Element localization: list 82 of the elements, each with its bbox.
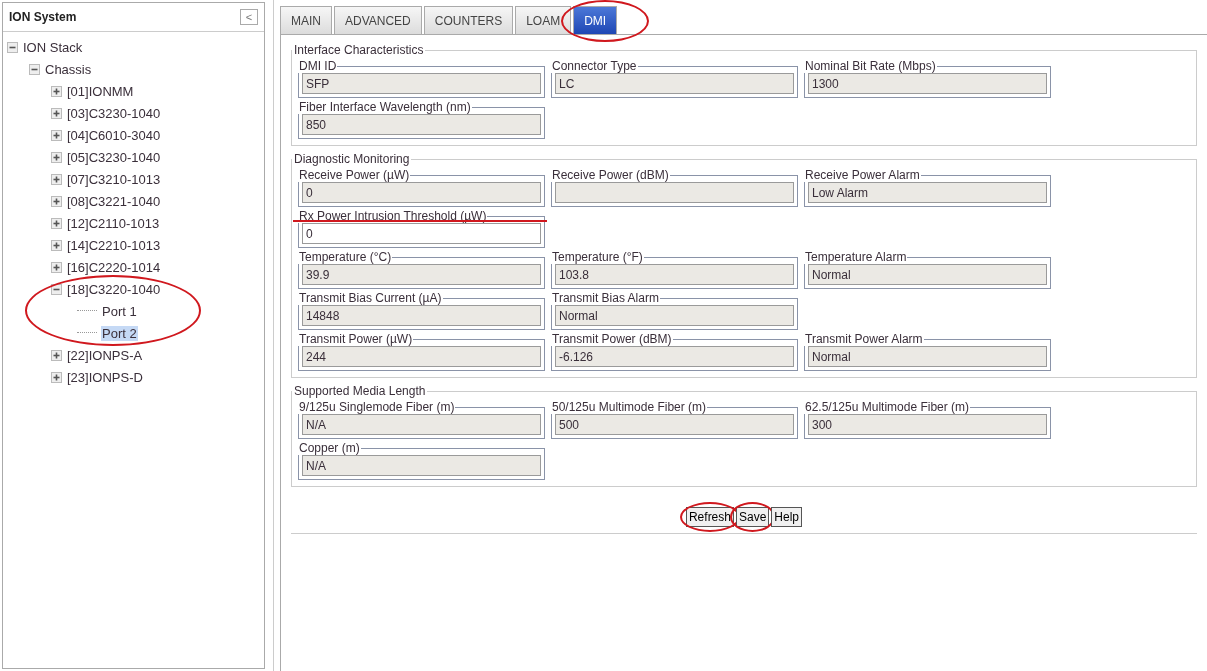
field-label: Receive Power Alarm [804,168,921,182]
value-field[interactable]: 0 [302,182,541,203]
section-title: Interface Characteristics [293,43,425,57]
section-title: Diagnostic Monitoring [293,152,411,166]
value-field[interactable]: N/A [302,414,541,435]
field-label: Receive Power (dBM) [551,168,670,182]
field-label: Transmit Power (dBM) [551,332,673,346]
field-label: Temperature (°C) [298,250,393,264]
value-field[interactable]: Normal [808,346,1047,367]
field-label: Nominal Bit Rate (Mbps) [804,59,937,73]
value-field[interactable]: N/A [302,455,541,476]
collapse-icon[interactable] [7,41,18,53]
value-field[interactable]: 500 [555,414,794,435]
expand-icon[interactable] [51,173,62,185]
tree-item[interactable]: [04]C6010-3040 [66,127,162,143]
field-label: Temperature (°F) [551,250,644,264]
value-field[interactable]: 103.8 [555,264,794,285]
value-field[interactable]: 850 [302,114,541,135]
value-field[interactable]: 0 [302,223,541,244]
value-field[interactable]: -6.126 [555,346,794,367]
field-label: Fiber Interface Wavelength (nm) [298,100,472,114]
value-field[interactable]: Normal [808,264,1047,285]
tree-item[interactable]: [08]C3221-1040 [66,193,162,209]
tree-item[interactable]: [16]C2220-1014 [66,259,162,275]
tab[interactable]: DMI [573,6,618,34]
action-button[interactable]: Refresh [685,507,734,527]
expand-icon[interactable] [51,85,62,97]
tree-item[interactable]: [23]IONPS-D [66,369,144,385]
value-field[interactable] [555,182,794,203]
expand-icon[interactable] [51,371,62,383]
field-label: Transmit Bias Alarm [551,291,660,305]
collapse-button[interactable]: < [240,9,258,25]
field-label: Transmit Power Alarm [804,332,924,346]
tree-item[interactable]: [18]C3220-1040 [66,281,162,297]
tree-item[interactable]: [22]IONPS-A [66,347,144,363]
tree-item[interactable]: [07]C3210-1013 [66,171,162,187]
expand-icon[interactable] [51,195,62,207]
expand-icon[interactable] [51,151,62,163]
value-field[interactable]: 244 [302,346,541,367]
tree-item[interactable]: Port 2 [101,325,138,341]
collapse-icon[interactable] [51,283,62,295]
value-field[interactable]: LC [555,73,794,94]
value-field[interactable]: SFP [302,73,541,94]
value-field[interactable]: 1300 [808,73,1047,94]
tab[interactable]: ADVANCED [334,6,422,34]
expand-icon[interactable] [51,129,62,141]
field-label: 62.5/125u Multimode Fiber (m) [804,400,971,414]
value-field[interactable]: 39.9 [302,264,541,285]
field-label: Connector Type [551,59,638,73]
tree-item[interactable]: [03]C3230-1040 [66,105,162,121]
field-label: DMI ID [298,59,338,73]
expand-icon[interactable] [51,217,62,229]
section-title: Supported Media Length [293,384,427,398]
value-field[interactable]: 300 [808,414,1047,435]
field-label: 50/125u Multimode Fiber (m) [551,400,708,414]
tree-item[interactable]: ION Stack [22,39,84,55]
field-label: 9/125u Singlemode Fiber (m) [298,400,456,414]
field-label: Receive Power (µW) [298,168,411,182]
collapse-icon[interactable] [29,63,40,75]
tree-item[interactable]: [01]IONMM [66,83,135,99]
action-button[interactable]: Help [771,507,803,527]
expand-icon[interactable] [51,349,62,361]
field-label: Transmit Power (µW) [298,332,414,346]
tree-item[interactable]: [14]C2210-1013 [66,237,162,253]
sidebar-title: ION System [9,10,77,24]
expand-icon[interactable] [51,261,62,273]
tree-item[interactable]: [12]C2110-1013 [66,215,161,231]
value-field[interactable]: Low Alarm [808,182,1047,203]
field-label: Copper (m) [298,441,361,455]
action-button[interactable]: Save [736,507,770,527]
tab[interactable]: MAIN [280,6,332,34]
tree-item[interactable]: Port 1 [101,303,138,319]
tab[interactable]: LOAM [515,6,572,34]
tree-item[interactable]: Chassis [44,61,93,77]
value-field[interactable]: 14848 [302,305,541,326]
value-field[interactable]: Normal [555,305,794,326]
tree-item[interactable]: [05]C3230-1040 [66,149,162,165]
expand-icon[interactable] [51,239,62,251]
field-label: Transmit Bias Current (µA) [298,291,443,305]
tab[interactable]: COUNTERS [423,6,514,34]
field-label: Temperature Alarm [804,250,908,264]
expand-icon[interactable] [51,107,62,119]
